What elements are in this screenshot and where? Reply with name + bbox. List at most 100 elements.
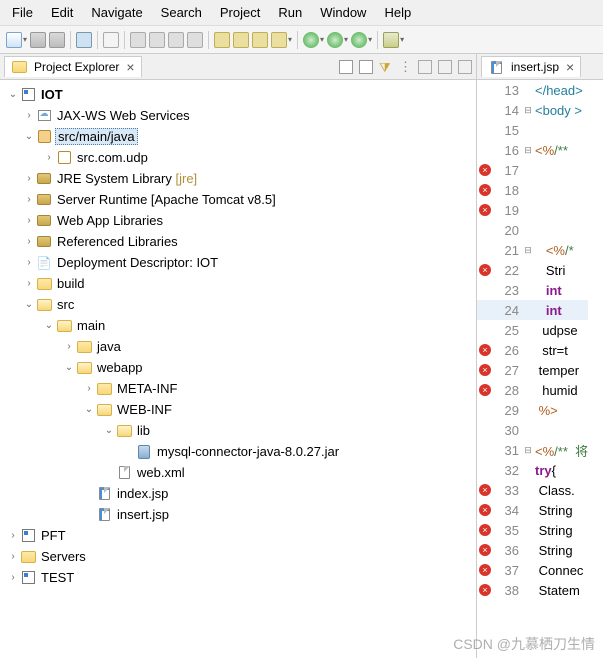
node-webxml[interactable]: web.xml xyxy=(2,462,474,483)
code-line[interactable]: 21⊟ <%/* xyxy=(477,240,588,260)
maximize-icon[interactable] xyxy=(458,60,472,74)
code-editor[interactable]: 13</head>14⊟<body >1516⊟<%/** ×17×18×192… xyxy=(477,80,603,658)
node-lib[interactable]: ⌄lib xyxy=(2,420,474,441)
line-number: 30 xyxy=(493,423,523,438)
line-number: 17 xyxy=(493,163,523,178)
code-line[interactable]: ×36 String xyxy=(477,540,588,560)
view-menu-icon[interactable] xyxy=(418,60,432,74)
node-src[interactable]: ⌄src xyxy=(2,294,474,315)
node-build[interactable]: ›build xyxy=(2,273,474,294)
drop-frame-icon[interactable] xyxy=(271,32,287,48)
menu-project[interactable]: Project xyxy=(212,2,268,23)
explorer-tab[interactable]: Project Explorer × xyxy=(4,56,142,77)
menu-file[interactable]: File xyxy=(4,2,41,23)
node-ref-lib[interactable]: ›Referenced Libraries xyxy=(2,231,474,252)
fold-icon[interactable]: ⊟ xyxy=(523,445,533,456)
step-over-icon[interactable] xyxy=(233,32,249,48)
node-src-main-java[interactable]: ⌄src/main/java xyxy=(2,126,474,147)
code-line[interactable]: 16⊟<%/** xyxy=(477,140,588,160)
code-line[interactable]: 14⊟<body > xyxy=(477,100,588,120)
code-line[interactable]: ×37 Connec xyxy=(477,560,588,580)
code-line[interactable]: ×26 str=t xyxy=(477,340,588,360)
line-number: 38 xyxy=(493,583,523,598)
code-line[interactable]: 25 udpse xyxy=(477,320,588,340)
project-tree[interactable]: ⌄IOT ›JAX-WS Web Services ⌄src/main/java… xyxy=(0,80,476,658)
pause-icon[interactable] xyxy=(149,32,165,48)
node-tomcat[interactable]: ›Server Runtime [Apache Tomcat v8.5] xyxy=(2,189,474,210)
collapse-all-icon[interactable] xyxy=(339,60,353,74)
code-text: String xyxy=(533,543,573,558)
code-line[interactable]: ×17 xyxy=(477,160,588,180)
project-servers[interactable]: ›Servers xyxy=(2,546,474,567)
disconnect-icon[interactable] xyxy=(187,32,203,48)
fold-icon[interactable]: ⊟ xyxy=(523,105,533,116)
code-line[interactable]: 29 %> xyxy=(477,400,588,420)
node-metainf[interactable]: ›META-INF xyxy=(2,378,474,399)
code-line[interactable]: 30 xyxy=(477,420,588,440)
code-line[interactable]: 32try{ xyxy=(477,460,588,480)
stop-icon[interactable] xyxy=(168,32,184,48)
editor-tab-insert[interactable]: insert.jsp × xyxy=(481,56,581,77)
run-icon[interactable] xyxy=(327,32,343,48)
skip-icon[interactable] xyxy=(103,32,119,48)
node-webapp-lib[interactable]: ›Web App Libraries xyxy=(2,210,474,231)
link-editor-icon[interactable] xyxy=(359,60,373,74)
project-pft[interactable]: ›PFT xyxy=(2,525,474,546)
new-server-icon[interactable] xyxy=(383,32,399,48)
menu-help[interactable]: Help xyxy=(376,2,419,23)
toggle-icon[interactable] xyxy=(76,32,92,48)
step-return-icon[interactable] xyxy=(252,32,268,48)
project-iot[interactable]: ⌄IOT xyxy=(2,84,474,105)
node-jaxws[interactable]: ›JAX-WS Web Services xyxy=(2,105,474,126)
step-into-icon[interactable] xyxy=(214,32,230,48)
code-line[interactable]: ×33 Class. xyxy=(477,480,588,500)
project-test[interactable]: ›TEST xyxy=(2,567,474,588)
line-number: 34 xyxy=(493,503,523,518)
minimize-icon[interactable] xyxy=(438,60,452,74)
line-number: 19 xyxy=(493,203,523,218)
node-main[interactable]: ⌄main xyxy=(2,315,474,336)
menu-run[interactable]: Run xyxy=(270,2,310,23)
line-number: 36 xyxy=(493,543,523,558)
node-webinf[interactable]: ⌄WEB-INF xyxy=(2,399,474,420)
resume-icon[interactable] xyxy=(130,32,146,48)
node-indexjsp[interactable]: index.jsp xyxy=(2,483,474,504)
close-icon[interactable]: × xyxy=(566,59,574,75)
node-insertjsp[interactable]: insert.jsp xyxy=(2,504,474,525)
node-jre[interactable]: ›JRE System Library [jre] xyxy=(2,168,474,189)
error-icon: × xyxy=(479,184,491,196)
code-line[interactable]: ×22 Stri xyxy=(477,260,588,280)
fold-icon[interactable]: ⊟ xyxy=(523,145,533,156)
node-src-com-udp[interactable]: ›src.com.udp xyxy=(2,147,474,168)
close-icon[interactable]: × xyxy=(126,59,134,75)
save-all-icon[interactable] xyxy=(49,32,65,48)
menu-navigate[interactable]: Navigate xyxy=(83,2,150,23)
node-java[interactable]: ›java xyxy=(2,336,474,357)
code-line[interactable]: 15 xyxy=(477,120,588,140)
code-line[interactable]: ×34 String xyxy=(477,500,588,520)
menu-edit[interactable]: Edit xyxy=(43,2,81,23)
run-server-icon[interactable] xyxy=(351,32,367,48)
menu-window[interactable]: Window xyxy=(312,2,374,23)
fold-icon[interactable]: ⊟ xyxy=(523,245,533,256)
line-number: 37 xyxy=(493,563,523,578)
code-line[interactable]: 31⊟<%/** 将 xyxy=(477,440,588,460)
menu-search[interactable]: Search xyxy=(153,2,210,23)
node-deploy-desc[interactable]: ›📄Deployment Descriptor: IOT xyxy=(2,252,474,273)
node-webapp[interactable]: ⌄webapp xyxy=(2,357,474,378)
code-line[interactable]: 24 int xyxy=(477,300,588,320)
debug-icon[interactable] xyxy=(303,32,319,48)
filter-icon[interactable]: ⧩ xyxy=(379,60,393,74)
code-line[interactable]: ×27 temper xyxy=(477,360,588,380)
code-line[interactable]: 13</head> xyxy=(477,80,588,100)
save-icon[interactable] xyxy=(30,32,46,48)
code-line[interactable]: 20 xyxy=(477,220,588,240)
code-line[interactable]: ×38 Statem xyxy=(477,580,588,600)
node-mysql-jar[interactable]: mysql-connector-java-8.0.27.jar xyxy=(2,441,474,462)
code-line[interactable]: ×18 xyxy=(477,180,588,200)
code-line[interactable]: ×35 String xyxy=(477,520,588,540)
code-line[interactable]: ×19 xyxy=(477,200,588,220)
code-line[interactable]: 23 int xyxy=(477,280,588,300)
new-icon[interactable] xyxy=(6,32,22,48)
code-line[interactable]: ×28 humid xyxy=(477,380,588,400)
